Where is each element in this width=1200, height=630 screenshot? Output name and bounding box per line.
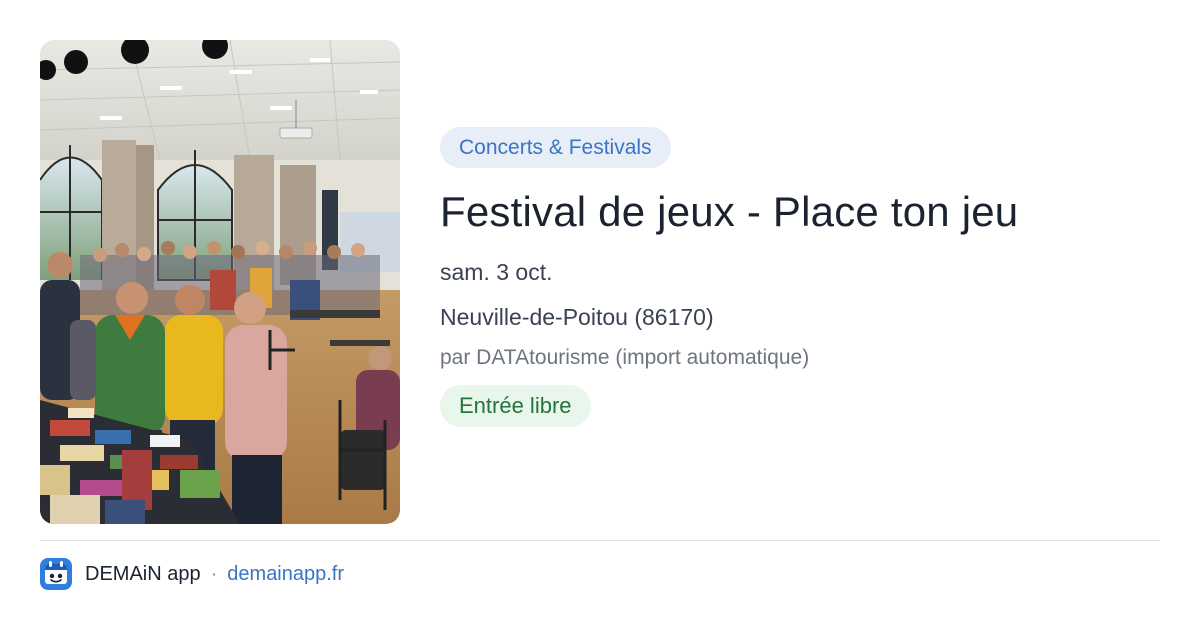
event-organizer: par DATAtourisme (import automatique) [440, 346, 810, 369]
event-preview-card[interactable]: Concerts & Festivals Festival de jeux - … [0, 0, 1200, 630]
footer-divider [40, 540, 1160, 541]
event-title[interactable]: Festival de jeux - Place ton jeu [440, 186, 1018, 238]
app-name: DEMAiN app [85, 562, 201, 585]
event-location: Neuville-de-Poitou (86170) [440, 304, 714, 330]
site-link[interactable]: demainapp.fr [227, 563, 344, 586]
footer: DEMAiN app · demainapp.fr [40, 558, 344, 590]
price-badge: Entrée libre [440, 385, 591, 427]
footer-separator: · [210, 562, 218, 585]
category-chip[interactable]: Concerts & Festivals [440, 127, 671, 168]
event-photo [40, 40, 400, 524]
event-date: sam. 3 oct. [440, 259, 553, 285]
demain-app-icon [40, 558, 72, 590]
event-info: Concerts & Festivals Festival de jeux - … [440, 127, 1018, 427]
